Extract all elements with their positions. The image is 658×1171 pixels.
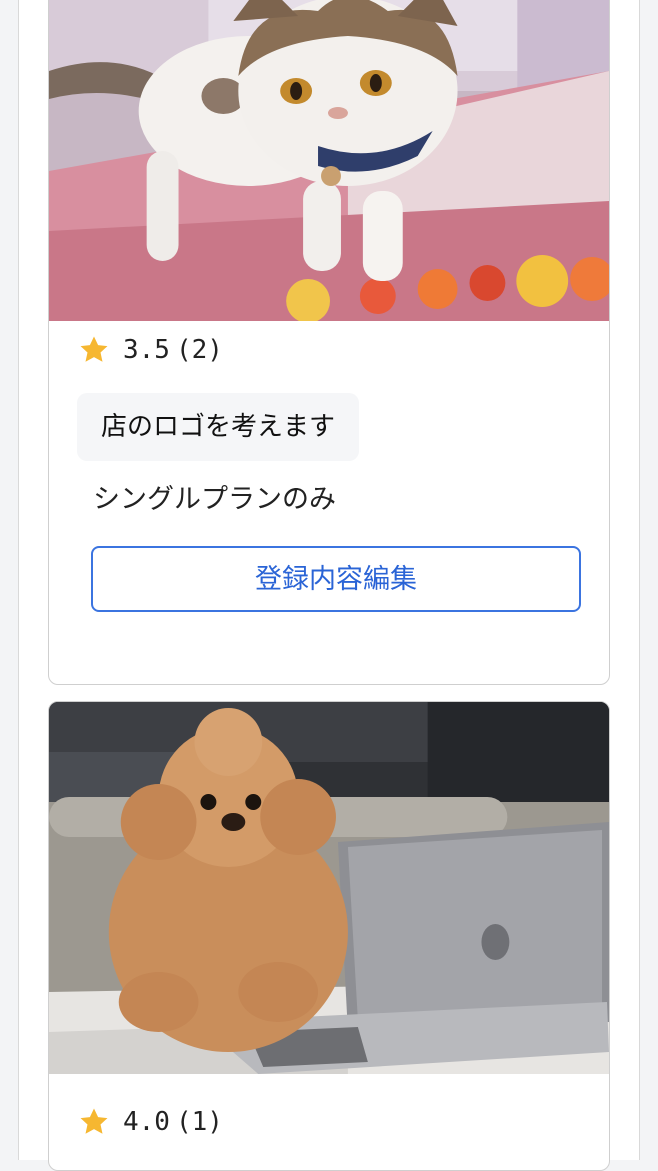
rating-value: 3.5 [123, 335, 170, 365]
rating-value: 4.0 [123, 1107, 170, 1137]
dog-photo[interactable] [49, 702, 609, 1074]
listing-card[interactable]: 3.5 (2) 店のロゴを考えます シングルプランのみ 登録内容編集 [48, 0, 610, 685]
rating: 3.5 (2) [77, 333, 223, 367]
listing-card[interactable]: 4.0 (1) [48, 701, 610, 1171]
review-count: (2) [175, 335, 223, 365]
edit-registration-button[interactable]: 登録内容編集 [91, 546, 581, 612]
rating: 4.0 (1) [77, 1105, 223, 1139]
cat-photo[interactable] [49, 0, 609, 321]
listing-title: 店のロゴを考えます [77, 393, 360, 461]
review-count: (1) [175, 1107, 223, 1137]
star-icon [77, 333, 111, 367]
star-icon [77, 1105, 111, 1139]
plan-label: シングルプランのみ [93, 484, 336, 515]
